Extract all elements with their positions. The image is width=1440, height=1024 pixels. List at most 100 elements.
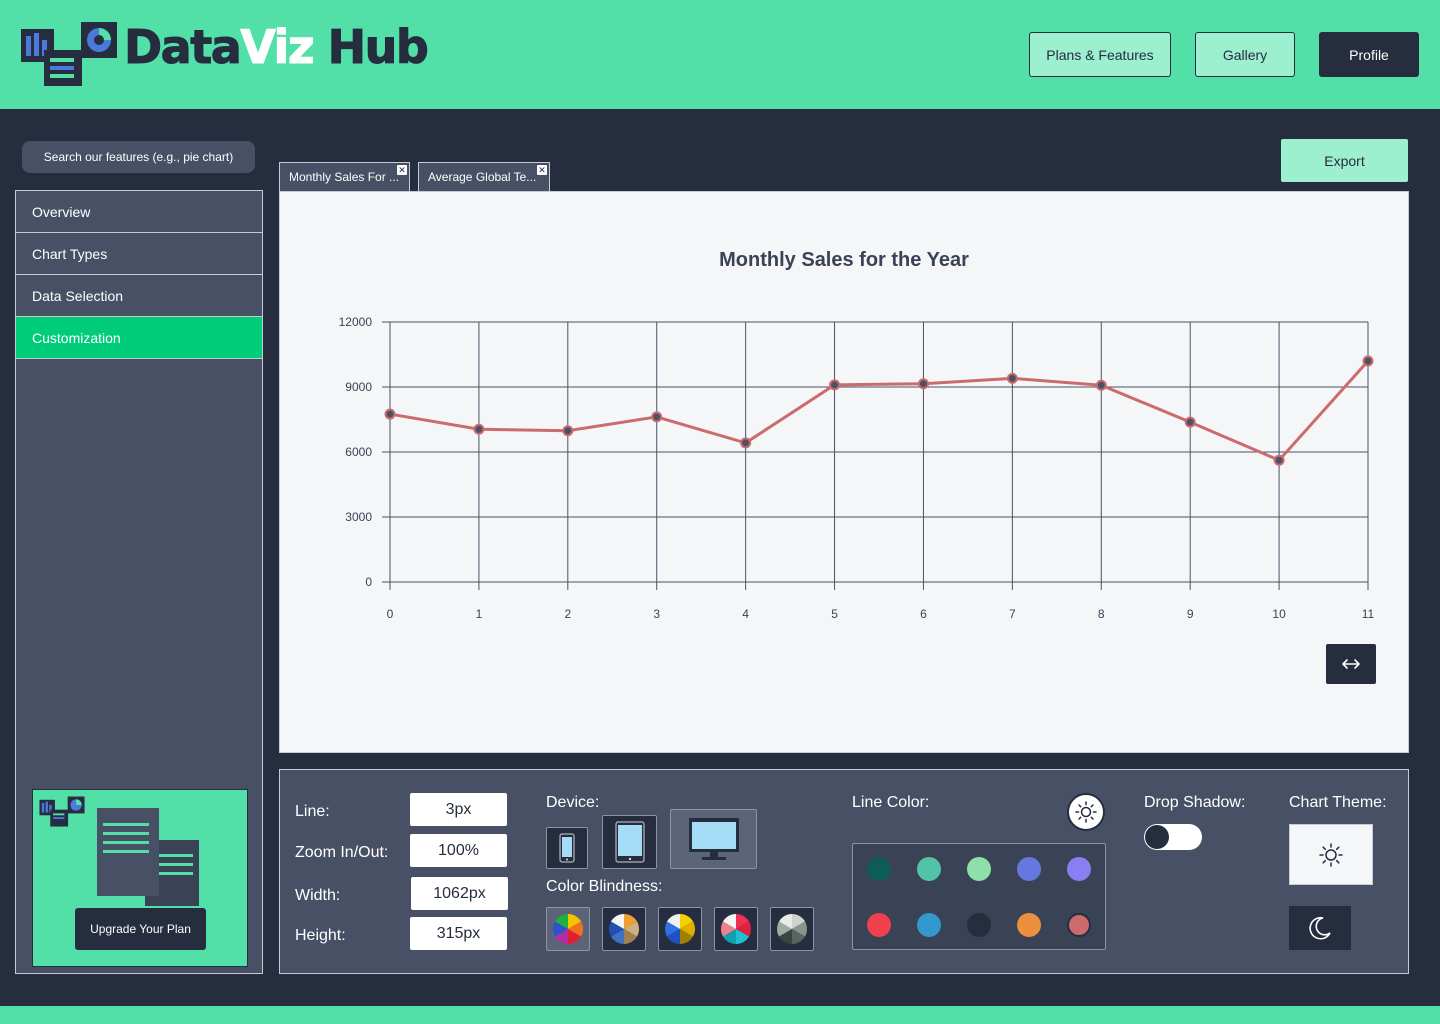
color-blind-normal-button[interactable] (546, 907, 590, 951)
line-chart: Monthly Sales for the Year 0 3000 6000 9000… (339, 249, 1375, 621)
color-blind-achromatopsia-button[interactable] (770, 907, 814, 951)
data-point[interactable] (473, 423, 485, 435)
color-wheel-monochrome-icon (776, 914, 808, 944)
chart-tab-monthly-sales[interactable]: Monthly Sales For ... ✕ (279, 162, 410, 191)
plans-features-button[interactable]: Plans & Features (1029, 32, 1171, 77)
data-point[interactable] (917, 378, 929, 390)
sun-icon (1319, 842, 1343, 867)
data-point[interactable] (1273, 454, 1285, 466)
chart-tab-average-global[interactable]: Average Global Te... ✕ (418, 162, 550, 191)
y-tick-label: 9000 (345, 380, 372, 394)
data-point[interactable] (740, 437, 752, 449)
color-swatch[interactable] (917, 913, 941, 937)
x-tick-label: 3 (653, 607, 660, 621)
color-blind-protanopia-button[interactable] (602, 907, 646, 951)
device-desktop-button[interactable] (670, 809, 757, 869)
data-point[interactable] (1362, 355, 1374, 367)
chart-theme-dark-button[interactable] (1289, 906, 1351, 950)
color-blind-deuteranopia-button[interactable] (658, 907, 702, 951)
x-tick-label: 9 (1187, 607, 1194, 621)
x-tick-label: 4 (742, 607, 749, 621)
gallery-button[interactable]: Gallery (1195, 32, 1295, 77)
color-blindness-label: Color Blindness: (546, 878, 663, 895)
close-icon[interactable]: ✕ (397, 165, 407, 175)
x-tick-label: 5 (831, 607, 838, 621)
y-tick-label: 6000 (345, 445, 372, 459)
x-tick-label: 1 (476, 607, 483, 621)
zoom-input[interactable]: 100% (410, 834, 507, 867)
phone-icon (559, 833, 575, 863)
height-input[interactable]: 315px (410, 917, 507, 950)
color-wheel-normal-icon (552, 914, 584, 944)
upgrade-plan-button[interactable]: Upgrade Your Plan (75, 908, 206, 950)
height-label: Height: (295, 927, 346, 944)
close-icon[interactable]: ✕ (537, 165, 547, 175)
expand-horizontal-button[interactable] (1326, 644, 1376, 684)
color-swatch[interactable] (967, 913, 991, 937)
width-label: Width: (295, 887, 341, 904)
device-tablet-button[interactable] (602, 815, 657, 869)
sidebar: Overview Chart Types Data Selection Cust… (15, 190, 263, 974)
toggle-knob (1145, 825, 1169, 849)
document-stack-icon (97, 808, 199, 906)
chart-theme-light-button[interactable] (1289, 824, 1373, 885)
color-wheel-tritanopia-icon (720, 914, 752, 944)
line-label: Line: (295, 803, 330, 820)
profile-button[interactable]: Profile (1319, 32, 1419, 77)
x-tick-label: 2 (564, 607, 571, 621)
chart-panel: Monthly Sales for the Year 0 3000 6000 9000… (279, 191, 1409, 753)
upgrade-logo-icon (39, 796, 85, 827)
color-swatch[interactable] (867, 857, 891, 881)
export-button[interactable]: Export (1281, 139, 1408, 182)
color-wheel-protanopia-icon (608, 914, 640, 944)
drop-shadow-label: Drop Shadow: (1144, 794, 1246, 811)
color-blind-tritanopia-button[interactable] (714, 907, 758, 951)
color-swatch[interactable] (867, 913, 891, 937)
data-point[interactable] (562, 425, 574, 437)
line-width-input[interactable]: 3px (410, 793, 507, 826)
logo-icon (21, 22, 117, 86)
sidebar-item-customization[interactable]: Customization (16, 317, 262, 359)
search-input[interactable]: Search our features (e.g., pie chart) (22, 141, 255, 173)
chart-title: Monthly Sales for the Year (719, 249, 969, 271)
tab-label: Monthly Sales For ... (289, 170, 400, 184)
line-color-palette (852, 843, 1106, 950)
sidebar-item-chart-types[interactable]: Chart Types (16, 233, 262, 275)
drop-shadow-toggle[interactable] (1144, 824, 1202, 850)
data-point[interactable] (1006, 372, 1018, 384)
x-tick-label: 6 (920, 607, 927, 621)
device-phone-button[interactable] (546, 827, 588, 869)
footer-bar (0, 1006, 1440, 1024)
desktop-icon (688, 818, 739, 860)
y-tick-label: 12000 (339, 315, 373, 329)
chart-theme-label: Chart Theme: (1289, 794, 1387, 811)
x-tick-label: 0 (387, 607, 394, 621)
x-tick-label: 8 (1098, 607, 1105, 621)
series-line (389, 359, 1370, 463)
sidebar-item-data-selection[interactable]: Data Selection (16, 275, 262, 317)
data-point[interactable] (829, 379, 841, 391)
customization-panel: Line: 3px Zoom In/Out: 100% Width: 1062p… (279, 769, 1409, 974)
color-swatch[interactable] (1017, 857, 1041, 881)
data-point[interactable] (1095, 379, 1107, 391)
color-swatch[interactable] (967, 857, 991, 881)
line-color-label: Line Color: (852, 794, 930, 811)
upgrade-card: Upgrade Your Plan (32, 789, 248, 967)
tab-label: Average Global Te... (428, 170, 537, 184)
moon-icon (1309, 916, 1331, 940)
data-point[interactable] (1184, 416, 1196, 428)
sidebar-item-overview[interactable]: Overview (16, 191, 262, 233)
zoom-label: Zoom In/Out: (295, 844, 389, 861)
color-wheel-deuteranopia-icon (664, 914, 696, 944)
x-tick-label: 7 (1009, 607, 1016, 621)
data-point[interactable] (651, 411, 663, 423)
line-color-brightness-button[interactable] (1067, 793, 1105, 831)
width-input[interactable]: 1062px (411, 877, 508, 910)
logo-text: DataViz Hub (123, 20, 429, 74)
color-swatch[interactable] (1017, 913, 1041, 937)
data-point[interactable] (384, 408, 396, 420)
color-swatch[interactable] (917, 857, 941, 881)
tablet-icon (615, 821, 644, 863)
color-swatch[interactable] (1067, 913, 1091, 937)
color-swatch[interactable] (1067, 857, 1091, 881)
